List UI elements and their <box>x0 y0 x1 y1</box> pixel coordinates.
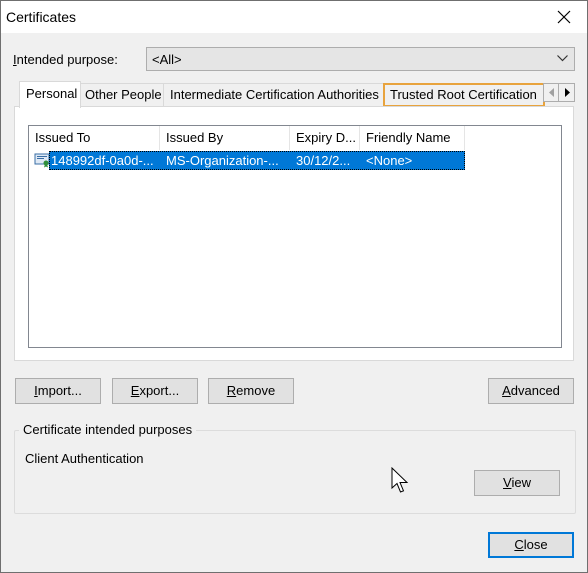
intended-purposes-value: Client Authentication <box>25 451 144 466</box>
cell-expiry-date: 30/12/2... <box>296 153 351 168</box>
mouse-cursor-icon <box>391 467 409 493</box>
table-row[interactable]: 148992df-0a0d-... MS-Organization-... 30… <box>49 151 465 170</box>
tab-scroll-right-button[interactable] <box>558 83 575 102</box>
certificates-dialog: Certificates Intended purpose: <All> Per… <box>0 0 588 573</box>
certificate-list[interactable]: Issued To Issued By Expiry D... Friendly… <box>28 125 562 348</box>
title-bar: Certificates <box>1 1 587 33</box>
column-expiry-date[interactable]: Expiry D... <box>290 126 360 150</box>
tab-scroll-right-icon <box>564 88 570 97</box>
intended-purpose-value: <All> <box>152 52 182 67</box>
export-button[interactable]: Export... <box>112 378 198 404</box>
tab-panel-personal: Issued To Issued By Expiry D... Friendly… <box>14 106 574 361</box>
close-window-button[interactable] <box>541 1 587 33</box>
close-icon <box>557 10 571 24</box>
tab-other-people[interactable]: Other People <box>78 83 164 107</box>
view-button[interactable]: View <box>474 470 560 496</box>
column-friendly-name[interactable]: Friendly Name <box>360 126 465 150</box>
intended-purposes-group-label: Certificate intended purposes <box>19 422 197 437</box>
tab-scroll-left-icon <box>548 88 554 97</box>
column-issued-by[interactable]: Issued By <box>160 126 290 150</box>
close-button[interactable]: Close <box>488 532 574 558</box>
intended-purpose-label: Intended purpose: <box>13 52 118 67</box>
tab-intermediate-certification-authorities[interactable]: Intermediate Certification Authorities <box>163 83 385 107</box>
cell-issued-by: MS-Organization-... <box>166 153 279 168</box>
cell-issued-to: 148992df-0a0d-... <box>51 153 154 168</box>
cell-friendly-name: <None> <box>366 153 413 168</box>
dropdown-arrow-icon <box>557 55 568 62</box>
remove-button[interactable]: Remove <box>208 378 294 404</box>
tab-personal[interactable]: Personal <box>19 81 81 108</box>
list-header: Issued To Issued By Expiry D... Friendly… <box>29 126 465 150</box>
advanced-button[interactable]: Advanced <box>488 378 574 404</box>
intended-purpose-combo[interactable]: <All> <box>146 47 575 71</box>
certificate-icon <box>34 153 50 168</box>
store-tabs: Personal Other People Intermediate Certi… <box>14 81 576 108</box>
tab-trusted-root-certification[interactable]: Trusted Root Certification <box>383 83 545 107</box>
column-issued-to[interactable]: Issued To <box>29 126 160 150</box>
import-button[interactable]: Import... <box>15 378 101 404</box>
window-title: Certificates <box>6 9 77 25</box>
